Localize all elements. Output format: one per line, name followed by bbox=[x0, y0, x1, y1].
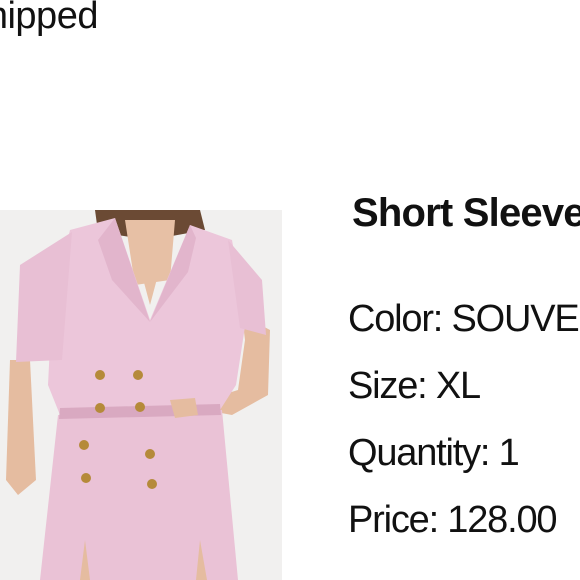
product-name[interactable]: Short Sleeve bbox=[352, 188, 580, 238]
product-color: Color: SOUVENIR PINK bbox=[348, 298, 580, 340]
product-size: Size: XL bbox=[348, 365, 481, 407]
product-details: Short Sleeve Color: SOUVENIR PINK Size: … bbox=[348, 188, 580, 554]
product-price: Price: 128.00 bbox=[348, 499, 558, 541]
product-image[interactable] bbox=[0, 210, 282, 580]
product-quantity: Quantity: 1 bbox=[348, 432, 520, 474]
order-status: Shipped bbox=[0, 0, 98, 37]
product-photo bbox=[0, 210, 282, 580]
order-item-page: Shipped bbox=[0, 0, 580, 580]
